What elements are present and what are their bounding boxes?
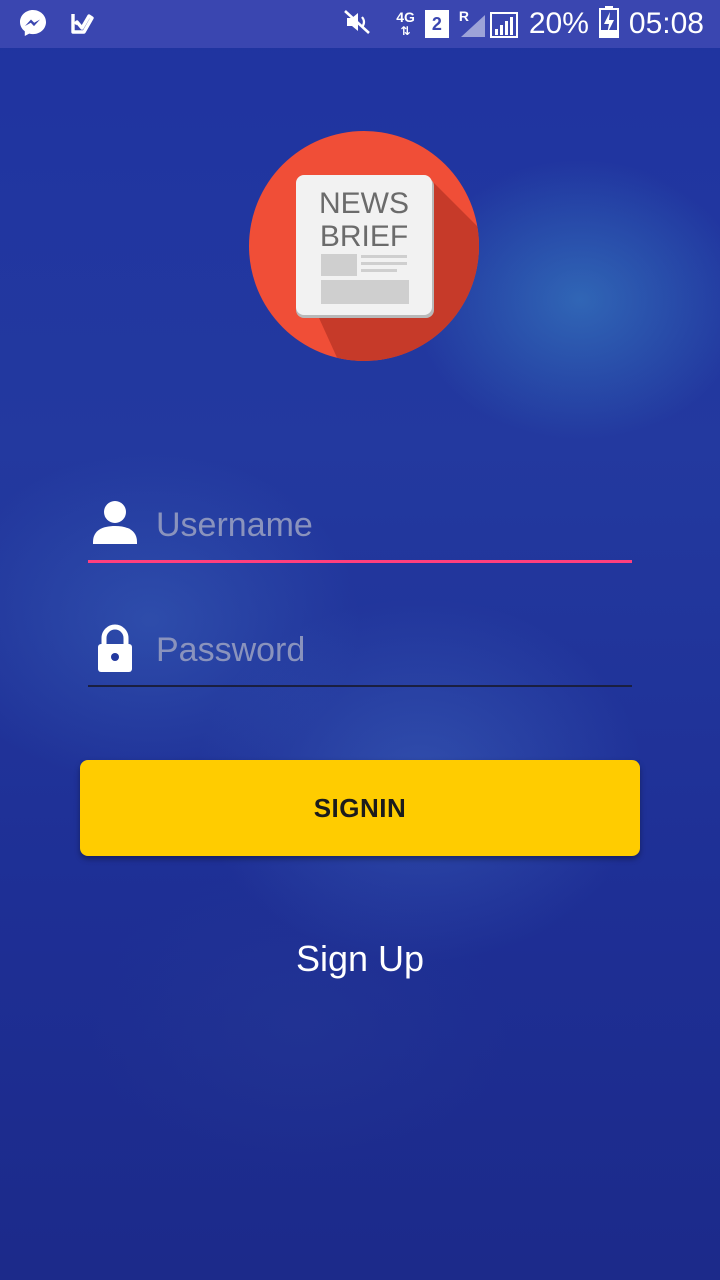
sim-badge: 2 xyxy=(424,10,449,38)
username-field[interactable] xyxy=(88,490,632,563)
mute-icon xyxy=(342,7,372,42)
password-input[interactable] xyxy=(154,621,628,679)
signin-button[interactable]: SIGNIN xyxy=(80,760,640,856)
password-field[interactable] xyxy=(88,615,632,687)
status-bar: 4G ⇅ 2 R 20% 05:08 xyxy=(0,0,720,48)
username-input[interactable] xyxy=(154,496,628,554)
login-screen: 4G ⇅ 2 R 20% 05:08 NEWS BRIEF Username S… xyxy=(0,0,720,1280)
battery-percent: 20% xyxy=(528,7,589,40)
network-type: 4G xyxy=(396,9,415,25)
battery-charging-icon xyxy=(598,5,619,43)
signup-link[interactable]: Sign Up xyxy=(0,938,720,980)
logo-text-brief: BRIEF xyxy=(320,220,408,253)
network-indicator: 4G ⇅ xyxy=(396,10,415,38)
logo-text-news: NEWS xyxy=(319,187,409,220)
person-icon xyxy=(92,498,138,548)
signal-icon: R xyxy=(459,9,519,39)
messenger-icon xyxy=(18,8,48,43)
lock-icon xyxy=(92,623,138,673)
check-notification-icon xyxy=(70,10,96,41)
data-arrows-icon: ⇅ xyxy=(400,24,411,38)
news-brief-logo: NEWS BRIEF xyxy=(249,128,479,364)
clock: 05:08 xyxy=(628,7,704,40)
